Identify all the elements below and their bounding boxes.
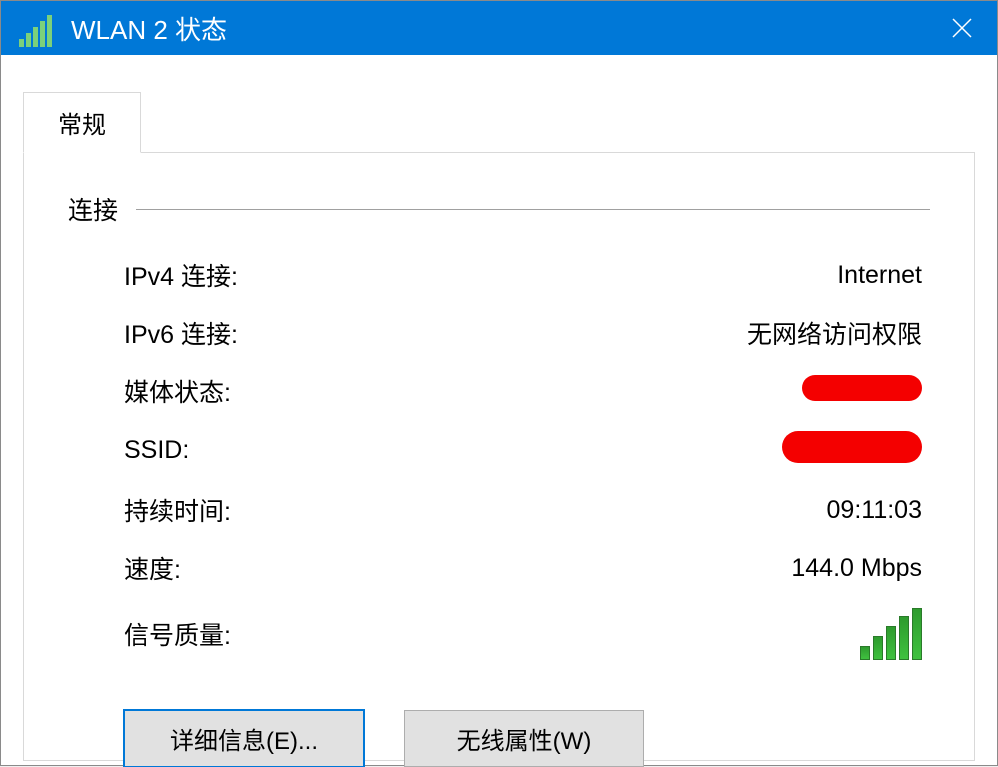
- ipv4-value: Internet: [837, 261, 922, 290]
- details-button[interactable]: 详细信息(E)...: [124, 710, 364, 767]
- row-signal-quality: 信号质量:: [68, 608, 930, 660]
- close-button[interactable]: [927, 1, 997, 55]
- duration-label: 持续时间:: [124, 492, 231, 528]
- row-ssid: SSID:: [68, 431, 930, 470]
- signal-quality-label: 信号质量:: [124, 616, 231, 652]
- row-duration: 持续时间: 09:11:03: [68, 492, 930, 528]
- group-connection-label: 连接: [68, 191, 118, 227]
- ipv6-value: 无网络访问权限: [747, 315, 922, 351]
- redacted-mark: [782, 431, 922, 463]
- tab-panel-general: 连接 IPv4 连接: Internet IPv6 连接: 无网络访问权限 媒体…: [23, 153, 975, 761]
- ssid-value: [782, 431, 922, 470]
- content-area: 常规 连接 IPv4 连接: Internet IPv6 连接: 无网络访问权限…: [1, 55, 997, 765]
- window-title: WLAN 2 状态: [71, 10, 927, 47]
- wlan-status-window: WLAN 2 状态 常规 连接 IPv4 连接: Internet IPv6 连…: [0, 0, 998, 766]
- signal-bars-icon: [860, 608, 922, 660]
- ssid-label: SSID:: [124, 436, 189, 465]
- wifi-signal-icon: [19, 9, 57, 47]
- speed-label: 速度:: [124, 550, 181, 586]
- media-state-label: 媒体状态:: [124, 373, 231, 409]
- tab-general[interactable]: 常规: [23, 92, 141, 153]
- redacted-mark: [802, 375, 922, 401]
- close-icon: [951, 17, 973, 39]
- media-state-value: [802, 375, 922, 408]
- wireless-properties-button[interactable]: 无线属性(W): [404, 710, 644, 767]
- button-row: 详细信息(E)... 无线属性(W): [68, 682, 930, 767]
- ipv6-label: IPv6 连接:: [124, 315, 238, 351]
- group-connection: 连接: [68, 191, 930, 227]
- row-speed: 速度: 144.0 Mbps: [68, 550, 930, 586]
- titlebar: WLAN 2 状态: [1, 1, 997, 55]
- ipv4-label: IPv4 连接:: [124, 257, 238, 293]
- group-divider: [136, 209, 930, 210]
- row-ipv6: IPv6 连接: 无网络访问权限: [68, 315, 930, 351]
- row-ipv4: IPv4 连接: Internet: [68, 257, 930, 293]
- speed-value: 144.0 Mbps: [791, 554, 922, 583]
- tab-strip: 常规: [23, 91, 975, 153]
- duration-value: 09:11:03: [827, 496, 922, 525]
- row-media-state: 媒体状态:: [68, 373, 930, 409]
- signal-quality-value: [860, 608, 922, 660]
